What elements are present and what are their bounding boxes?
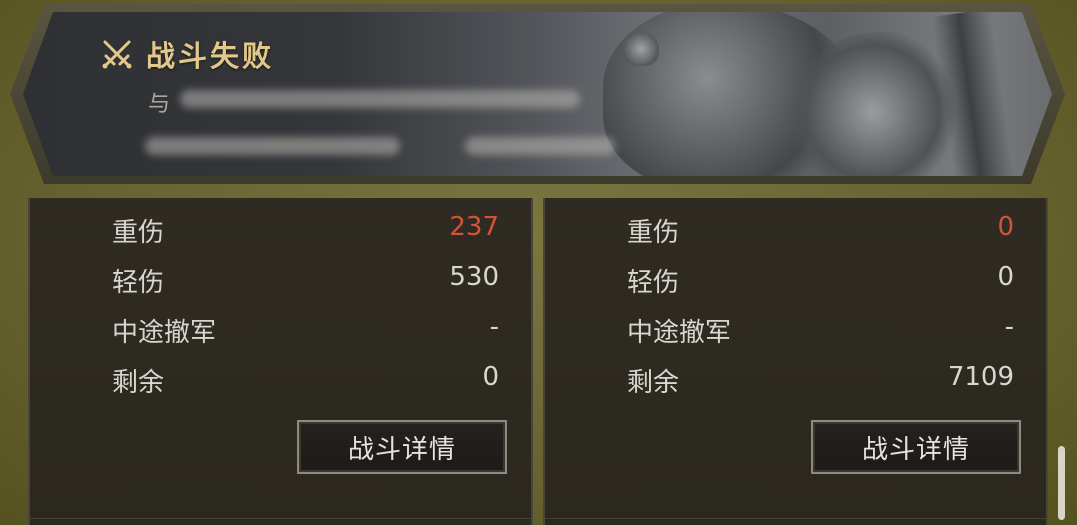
stat-label: 中途撤军 xyxy=(112,318,217,348)
battle-details-button[interactable]: 战斗详情 xyxy=(297,420,507,474)
stat-value: 0 xyxy=(482,362,499,392)
stat-value: - xyxy=(1004,312,1014,342)
stat-label: 轻伤 xyxy=(627,268,680,298)
scrollbar[interactable] xyxy=(1058,446,1065,520)
stat-label: 中途撤军 xyxy=(627,318,732,348)
stat-row-retreat: 中途撤军 - xyxy=(30,312,531,352)
defender-panel: 重伤 0 轻伤 0 中途撤军 - 剩余 7109 战斗详情 xyxy=(543,198,1048,525)
stat-row-severe: 重伤 237 xyxy=(30,212,531,252)
battle-result-title: 战斗失败 xyxy=(146,39,275,73)
stat-value: 0 xyxy=(997,262,1014,292)
opponent-prefix: 与 xyxy=(148,92,171,117)
banner-title-row: 战斗失败 xyxy=(100,33,274,75)
stat-row-light: 轻伤 530 xyxy=(30,262,531,302)
divider xyxy=(30,518,531,519)
stat-value: 0 xyxy=(997,212,1014,242)
stat-label: 重伤 xyxy=(112,218,165,248)
blurred-location-text xyxy=(145,137,400,155)
stat-row-remaining: 剩余 7109 xyxy=(545,362,1046,402)
stat-value: 237 xyxy=(449,212,499,242)
battle-details-button[interactable]: 战斗详情 xyxy=(811,420,1021,474)
blurred-opponent-text xyxy=(180,90,580,108)
stat-label: 剩余 xyxy=(627,368,680,398)
stat-row-remaining: 剩余 0 xyxy=(30,362,531,402)
attacker-panel: 重伤 237 轻伤 530 中途撤军 - 剩余 0 战斗详情 xyxy=(28,198,533,525)
blurred-time-text xyxy=(465,137,615,155)
stat-label: 重伤 xyxy=(627,218,680,248)
stat-row-severe: 重伤 0 xyxy=(545,212,1046,252)
battle-result-banner: 战斗失败 与 xyxy=(10,4,1065,184)
stat-label: 轻伤 xyxy=(112,268,165,298)
stat-row-retreat: 中途撤军 - xyxy=(545,312,1046,352)
stat-row-light: 轻伤 0 xyxy=(545,262,1046,302)
stat-value: 7109 xyxy=(947,362,1014,392)
crossed-swords-icon xyxy=(102,40,132,69)
helmet-artwork xyxy=(623,32,659,66)
divider xyxy=(545,518,1046,519)
stat-value: 530 xyxy=(449,262,499,292)
stat-value: - xyxy=(489,312,499,342)
stat-label: 剩余 xyxy=(112,368,165,398)
